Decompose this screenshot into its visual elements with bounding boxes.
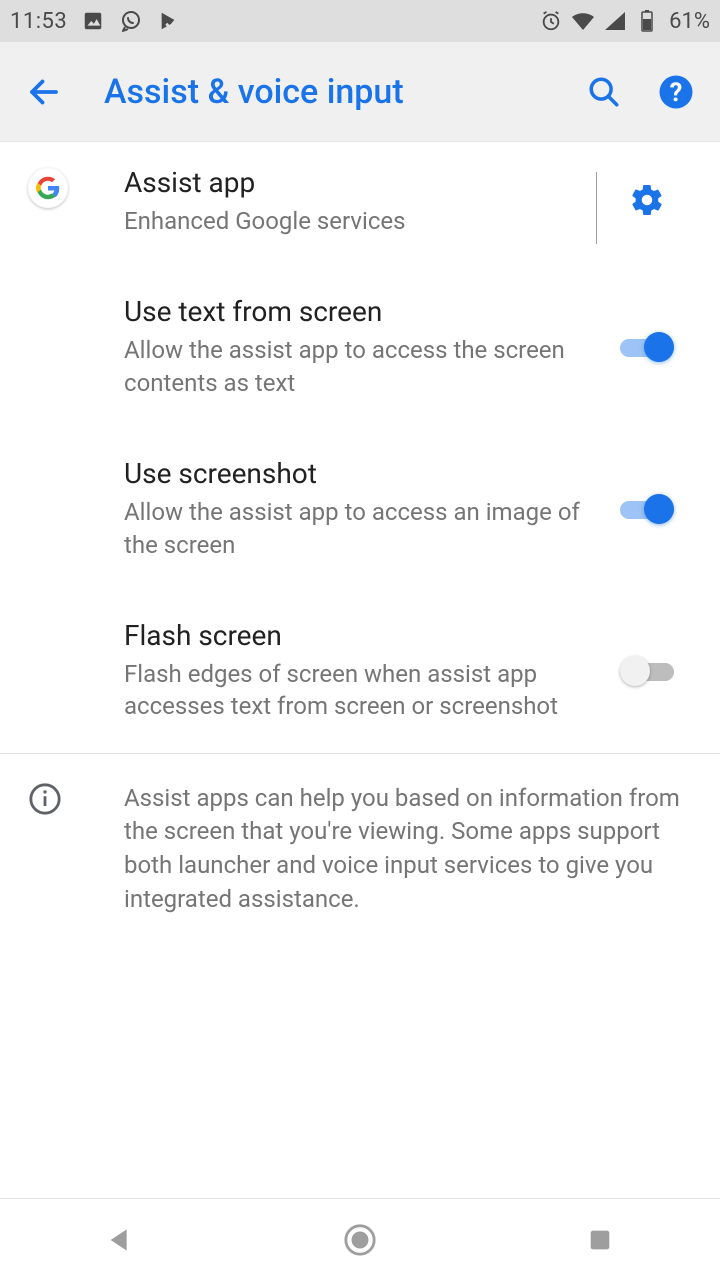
- arrow-left-icon: [26, 74, 62, 110]
- info-row: Assist apps can help you based on inform…: [0, 754, 720, 940]
- assist-app-settings-button[interactable]: [629, 182, 665, 222]
- use-text-subtitle: Allow the assist app to access the scree…: [124, 334, 602, 399]
- circle-home-icon: [343, 1223, 377, 1257]
- flash-screen-subtitle: Flash edges of screen when assist app ac…: [124, 658, 602, 723]
- nav-back-button[interactable]: [60, 1210, 180, 1270]
- use-screenshot-toggle[interactable]: [620, 494, 674, 524]
- play-store-icon: [157, 9, 181, 33]
- nav-home-button[interactable]: [300, 1210, 420, 1270]
- flash-screen-row[interactable]: Flash screen Flash edges of screen when …: [0, 585, 720, 753]
- vertical-divider: [596, 172, 597, 244]
- google-g-icon: [28, 168, 68, 208]
- battery-percent: 61%: [669, 9, 710, 34]
- search-button[interactable]: [578, 66, 630, 118]
- use-screenshot-subtitle: Allow the assist app to access an image …: [124, 496, 602, 561]
- use-text-toggle[interactable]: [620, 332, 674, 362]
- flash-screen-toggle[interactable]: [620, 656, 674, 686]
- flash-screen-title: Flash screen: [124, 619, 602, 652]
- assist-app-subtitle: Enhanced Google services: [124, 205, 602, 237]
- triangle-back-icon: [104, 1224, 136, 1256]
- status-time: 11:53: [10, 9, 67, 34]
- use-screenshot-row[interactable]: Use screenshot Allow the assist app to a…: [0, 423, 720, 585]
- use-text-row[interactable]: Use text from screen Allow the assist ap…: [0, 261, 720, 423]
- gear-icon: [629, 182, 665, 218]
- page-title: Assist & voice input: [104, 72, 404, 112]
- nav-recents-button[interactable]: [540, 1210, 660, 1270]
- info-text: Assist apps can help you based on inform…: [124, 782, 692, 916]
- help-button[interactable]: ?: [650, 66, 702, 118]
- use-text-title: Use text from screen: [124, 295, 602, 328]
- navigation-bar: [0, 1198, 720, 1280]
- settings-list: Assist app Enhanced Google services Use …: [0, 142, 720, 940]
- svg-text:?: ?: [670, 78, 683, 108]
- photos-icon: [81, 9, 105, 33]
- info-icon: [28, 782, 62, 816]
- status-bar: 11:53 61%: [0, 0, 720, 42]
- assist-app-title: Assist app: [124, 166, 602, 199]
- alarm-icon: [539, 9, 563, 33]
- cellular-icon: [603, 9, 627, 33]
- use-screenshot-title: Use screenshot: [124, 457, 602, 490]
- search-icon: [587, 75, 621, 109]
- assist-app-row[interactable]: Assist app Enhanced Google services: [0, 142, 720, 261]
- help-icon: ?: [658, 74, 694, 110]
- back-button[interactable]: [18, 66, 70, 118]
- wifi-icon: [571, 9, 595, 33]
- battery-icon: [635, 9, 659, 33]
- whatsapp-icon: [119, 9, 143, 33]
- square-recents-icon: [586, 1226, 614, 1254]
- app-bar: Assist & voice input ?: [0, 42, 720, 142]
